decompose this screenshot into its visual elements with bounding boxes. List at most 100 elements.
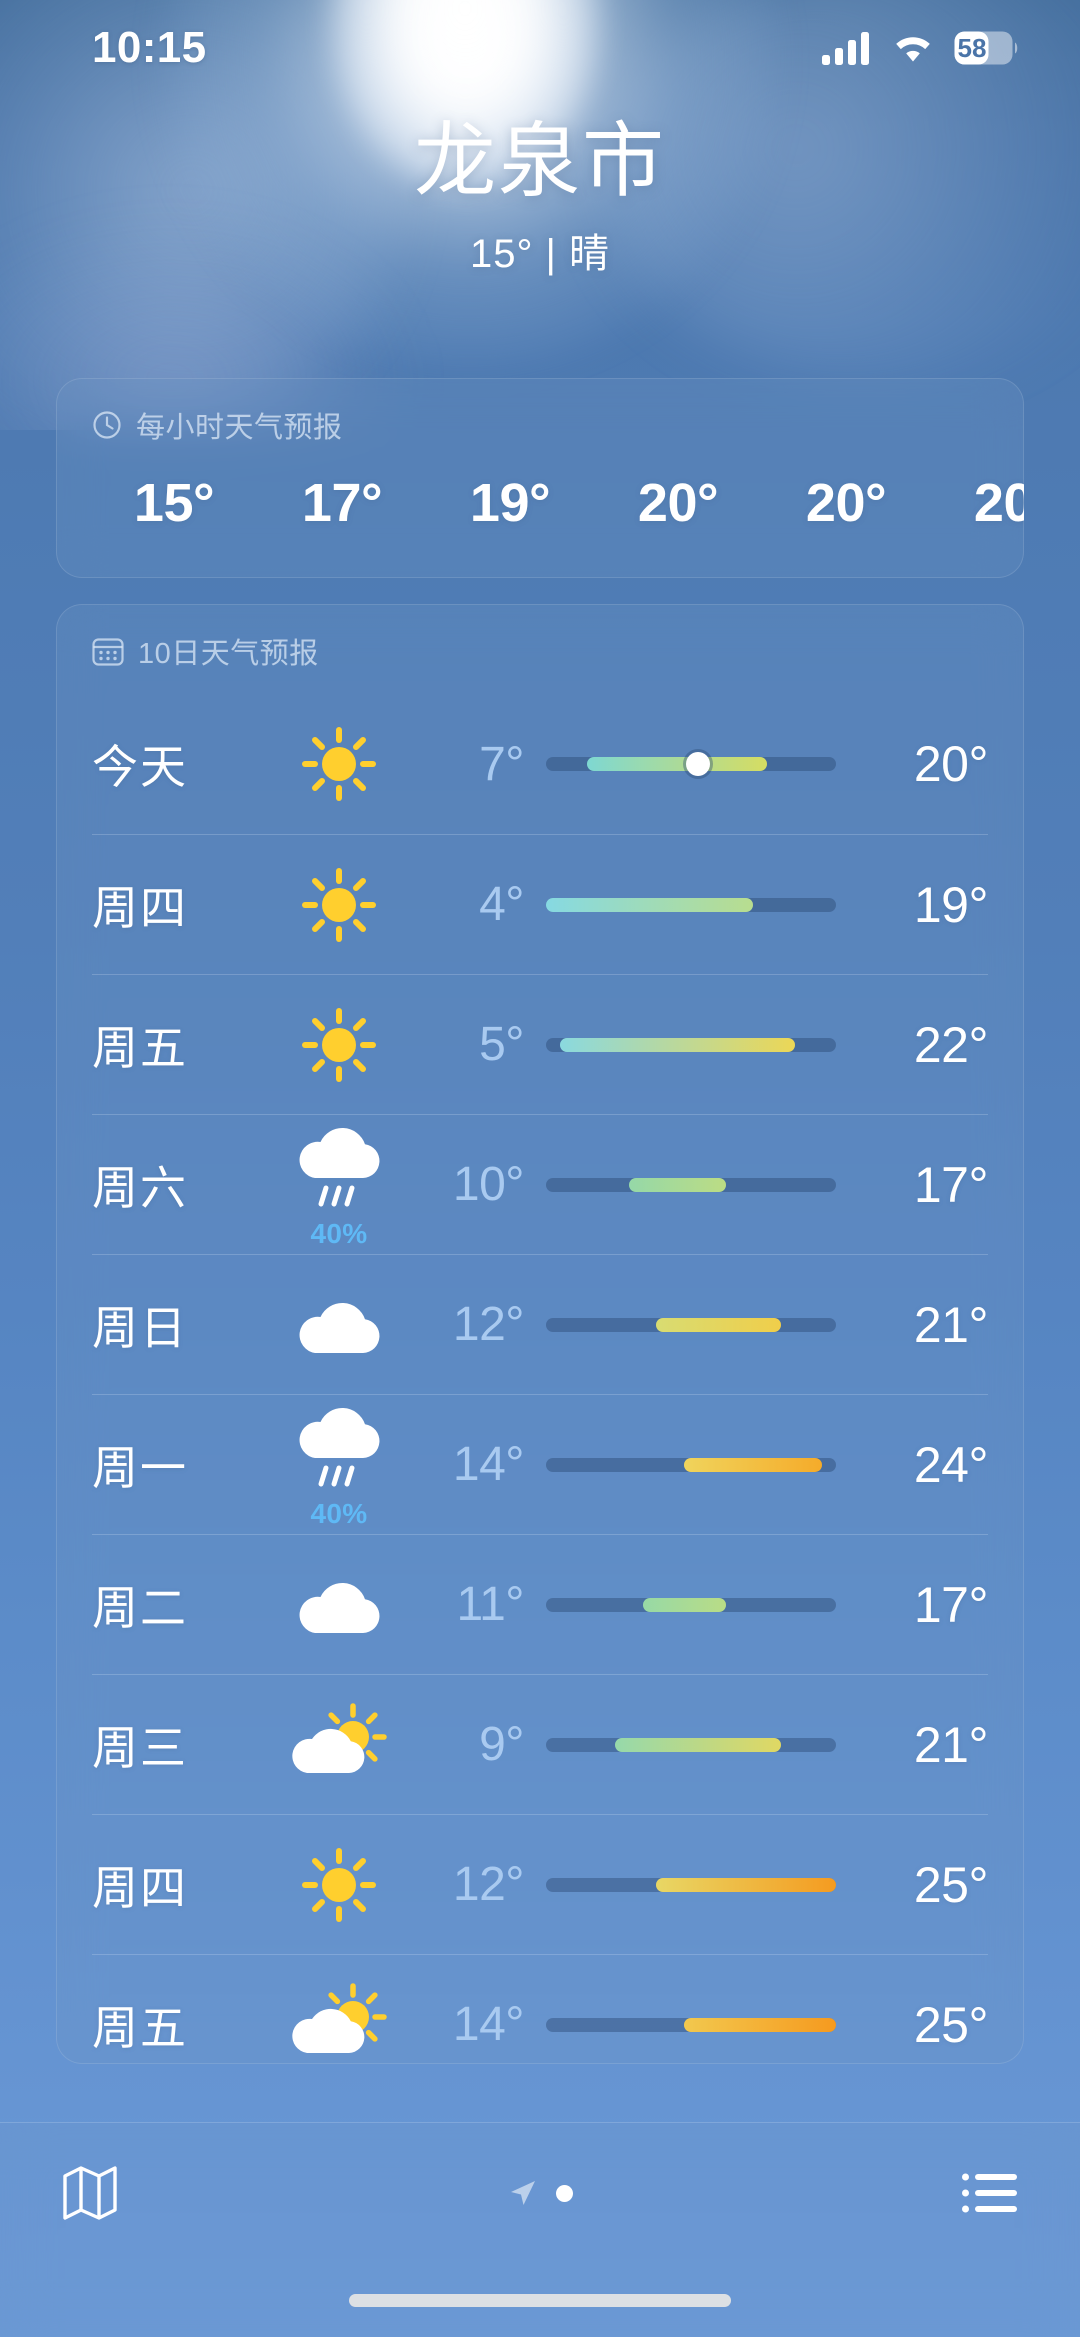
low-temperature: 14° bbox=[452, 1438, 525, 1491]
hourly-temp: 20° bbox=[805, 473, 887, 533]
cellular-signal-icon bbox=[822, 32, 869, 65]
day-label: 周二 bbox=[92, 1581, 188, 1634]
temperature-range-bar bbox=[524, 1737, 858, 1752]
status-bar-time: 10:15 bbox=[92, 23, 207, 72]
day-label: 周六 bbox=[92, 1161, 188, 1214]
map-icon[interactable] bbox=[62, 2164, 118, 2222]
temperature-track bbox=[546, 752, 836, 776]
high-temperature: 25° bbox=[913, 1856, 989, 1913]
daily-card-title: 10日天气预报 bbox=[138, 638, 319, 670]
temperature-fill bbox=[587, 757, 767, 771]
high-temperature: 24° bbox=[913, 1436, 989, 1493]
rain-icon: 40% bbox=[264, 1400, 414, 1530]
low-temperature: 11° bbox=[456, 1578, 524, 1631]
cloud-icon bbox=[264, 1287, 414, 1363]
temperature-fill bbox=[546, 897, 754, 912]
daily-forecast-row[interactable]: 周一 40% 14° 24° bbox=[92, 1394, 989, 1534]
home-indicator bbox=[349, 2294, 731, 2307]
temperature-fill bbox=[559, 1037, 795, 1052]
hourly-temp: 20° bbox=[973, 473, 1024, 533]
daily-forecast-list: 今天 7° 20° 周四 4° 19° 周五 5° 22° 周六 40% 10°… bbox=[56, 694, 1024, 2064]
temperature-fill bbox=[684, 1457, 823, 1472]
list-icon[interactable] bbox=[962, 2172, 1018, 2214]
low-temperature: 14° bbox=[452, 1998, 525, 2051]
hourly-card-title: 每小时天气预报 bbox=[136, 412, 343, 444]
daily-forecast-row[interactable]: 今天 7° 20° bbox=[92, 694, 989, 834]
precipitation-chance: 40% bbox=[310, 1217, 368, 1249]
svg-text:58: 58 bbox=[958, 33, 987, 63]
partly-cloudy-icon bbox=[264, 1702, 414, 1787]
temperature-track bbox=[546, 1177, 836, 1192]
hourly-scroll-row[interactable]: 15° 17° 19° 20° 20° 20° bbox=[56, 446, 1024, 534]
wifi-icon bbox=[896, 37, 930, 62]
high-temperature: 21° bbox=[913, 1716, 989, 1773]
temperature-fill bbox=[656, 1877, 836, 1892]
weather-header: 龙泉市 15° | 晴 bbox=[0, 117, 1080, 279]
temperature-range-bar bbox=[524, 897, 858, 912]
current-condition-line: 15° | 晴 bbox=[0, 221, 1080, 279]
temperature-track bbox=[546, 1737, 836, 1752]
day-label: 周四 bbox=[92, 881, 188, 934]
partly-cloudy-icon bbox=[264, 1982, 414, 2065]
cloud-icon bbox=[264, 1567, 414, 1643]
page-dot-indicator[interactable] bbox=[555, 2184, 573, 2202]
temperature-fill bbox=[642, 1597, 726, 1612]
hourly-temp: 17° bbox=[301, 473, 383, 533]
daily-forecast-row[interactable]: 周日 12° 21° bbox=[92, 1254, 989, 1394]
daily-forecast-row[interactable]: 周四 4° 19° bbox=[92, 834, 989, 974]
temperature-fill bbox=[684, 2017, 836, 2032]
high-temperature: 17° bbox=[913, 1576, 989, 1633]
temperature-range-bar bbox=[524, 752, 858, 776]
temperature-track bbox=[546, 2017, 836, 2032]
hourly-card-header: 每小时天气预报 bbox=[56, 378, 1024, 446]
daily-forecast-card[interactable]: 10日天气预报 今天 7° 20° 周四 4° 19° 周五 5° 22° 周六… bbox=[56, 604, 1024, 2064]
hourly-forecast-card[interactable]: 每小时天气预报 15° 17° 19° 20° 20° 20° bbox=[56, 378, 1024, 578]
temperature-track bbox=[546, 1877, 836, 1892]
clock-icon bbox=[93, 411, 121, 439]
temperature-track bbox=[546, 1457, 836, 1472]
daily-card-header: 10日天气预报 bbox=[56, 604, 1024, 672]
day-label: 周三 bbox=[92, 1721, 188, 1774]
temperature-track bbox=[546, 1037, 836, 1052]
daily-forecast-row[interactable]: 周五 14° 25° bbox=[92, 1954, 989, 2065]
day-label: 周四 bbox=[92, 1861, 188, 1914]
daily-forecast-row[interactable]: 周五 5° 22° bbox=[92, 974, 989, 1114]
sun-icon bbox=[264, 1840, 414, 1930]
temperature-range-bar bbox=[524, 1037, 858, 1052]
low-temperature: 12° bbox=[452, 1298, 525, 1351]
day-label: 周五 bbox=[92, 2001, 188, 2054]
temperature-track bbox=[546, 1317, 836, 1332]
condition-text: 晴 bbox=[568, 231, 610, 276]
day-label: 周五 bbox=[92, 1021, 188, 1074]
daily-forecast-row[interactable]: 周四 12° 25° bbox=[92, 1814, 989, 1954]
daily-forecast-row[interactable]: 周二 11° 17° bbox=[92, 1534, 989, 1674]
low-temperature: 5° bbox=[479, 1018, 524, 1071]
high-temperature: 21° bbox=[913, 1296, 989, 1353]
temperature-track bbox=[546, 897, 836, 912]
sun-icon bbox=[264, 719, 414, 809]
location-arrow-icon[interactable] bbox=[508, 2178, 538, 2208]
hourly-temp: 15° bbox=[133, 473, 215, 533]
temperature-range-bar bbox=[524, 1317, 858, 1332]
current-temperature: 15° bbox=[470, 231, 534, 276]
temperature-range-bar bbox=[524, 1457, 858, 1472]
rain-icon: 40% bbox=[264, 1120, 414, 1250]
low-temperature: 12° bbox=[452, 1858, 525, 1911]
low-temperature: 4° bbox=[479, 878, 524, 931]
temperature-track bbox=[546, 1597, 836, 1612]
page-indicator[interactable] bbox=[508, 2178, 573, 2208]
temperature-fill bbox=[615, 1737, 781, 1752]
bottom-toolbar bbox=[0, 2122, 1080, 2337]
daily-forecast-row[interactable]: 周三 9° 21° bbox=[92, 1674, 989, 1814]
temperature-range-bar bbox=[524, 1597, 858, 1612]
hourly-temp: 19° bbox=[469, 473, 551, 533]
condition-separator: | bbox=[545, 231, 557, 276]
temperature-range-bar bbox=[524, 1177, 858, 1192]
status-bar: 10:15 58 bbox=[0, 0, 1080, 96]
day-label: 周日 bbox=[92, 1301, 188, 1354]
day-label: 今天 bbox=[92, 741, 188, 793]
daily-forecast-row[interactable]: 周六 40% 10° 17° bbox=[92, 1114, 989, 1254]
temperature-range-bar bbox=[524, 2017, 858, 2032]
battery-icon: 58 bbox=[954, 31, 1018, 65]
day-label: 周一 bbox=[92, 1441, 188, 1494]
